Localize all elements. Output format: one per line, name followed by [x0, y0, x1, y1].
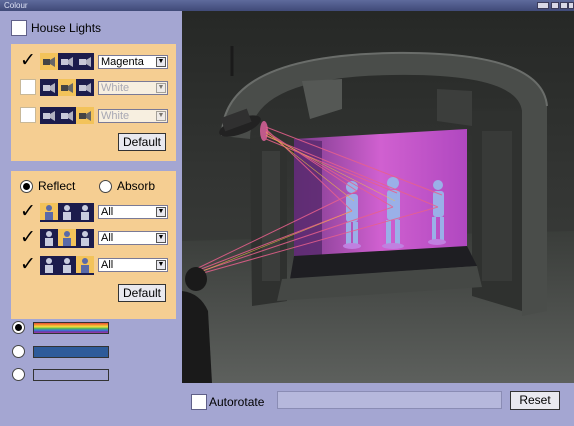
chevron-down-icon[interactable]: ▼	[156, 57, 166, 67]
minimize-icon[interactable]	[551, 2, 559, 9]
person-icon[interactable]	[40, 203, 58, 220]
status-field	[277, 391, 502, 409]
reset-button[interactable]: Reset	[510, 391, 560, 410]
chevron-down-icon[interactable]: ▼	[156, 83, 166, 93]
figure-3-selector	[40, 256, 94, 275]
light-2-lamp-selector	[40, 79, 94, 96]
lamp-left-icon[interactable]	[40, 79, 58, 96]
app-window: Colour House Lights ✓ Magenta ▼ White ▼ …	[0, 0, 574, 426]
person-icon[interactable]	[40, 229, 58, 246]
person-icon[interactable]	[76, 229, 94, 246]
reflect-radio[interactable]	[20, 180, 33, 193]
display-option-2-radio[interactable]	[12, 345, 25, 358]
figure-3-dropdown[interactable]: All ▼	[98, 258, 168, 272]
lamp-center-icon[interactable]	[58, 53, 76, 70]
lamp-center-icon[interactable]	[58, 107, 76, 124]
lights-group: ✓ Magenta ▼ White ▼ White ▼ Default	[11, 44, 176, 161]
chevron-down-icon[interactable]: ▼	[156, 260, 166, 270]
light-2-checkbox[interactable]	[20, 79, 36, 95]
blue-swatch	[33, 346, 109, 358]
display-option-1-radio[interactable]	[12, 321, 25, 334]
figure-2-selector	[40, 229, 94, 248]
light-3-checkbox[interactable]	[20, 107, 36, 123]
autorotate-checkbox[interactable]	[191, 394, 207, 410]
lights-default-button[interactable]: Default	[118, 133, 166, 151]
autorotate-label: Autorotate	[209, 395, 265, 409]
figure-2-checkbox[interactable]: ✓	[20, 228, 36, 247]
window-menu-icon[interactable]	[537, 2, 549, 9]
light-1-colour-dropdown[interactable]: Magenta ▼	[98, 55, 168, 69]
absorb-radio[interactable]	[99, 180, 112, 193]
chevron-down-icon[interactable]: ▼	[156, 111, 166, 121]
figure-3-value: All	[101, 259, 114, 271]
light-2-colour-value: White	[101, 82, 130, 94]
person-icon[interactable]	[40, 256, 58, 273]
person-icon[interactable]	[58, 229, 76, 246]
house-lights-label: House Lights	[31, 21, 102, 35]
close-icon[interactable]	[568, 2, 574, 9]
person-icon[interactable]	[58, 203, 76, 220]
figure-2-dropdown[interactable]: All ▼	[98, 231, 168, 245]
person-icon[interactable]	[76, 203, 94, 220]
window-title: Colour	[4, 1, 28, 10]
absorb-label: Absorb	[117, 179, 156, 193]
house-lights-checkbox[interactable]	[11, 20, 27, 36]
person-icon[interactable]	[58, 256, 76, 273]
reflect-label: Reflect	[38, 179, 76, 193]
control-panel: House Lights ✓ Magenta ▼ White ▼ White ▼…	[0, 11, 182, 418]
chevron-down-icon[interactable]: ▼	[156, 233, 166, 243]
spectrum-swatch	[33, 322, 109, 334]
lamp-right-icon[interactable]	[76, 53, 94, 70]
lamp-right-icon[interactable]	[76, 79, 94, 96]
stage-3d-viewport[interactable]	[182, 11, 574, 383]
light-3-colour-dropdown[interactable]: White ▼	[98, 109, 168, 123]
title-bar: Colour	[0, 0, 574, 11]
lamp-left-icon[interactable]	[40, 107, 58, 124]
display-option-3-radio[interactable]	[12, 368, 25, 381]
maximize-icon[interactable]	[560, 2, 568, 9]
light-1-lamp-selector	[40, 53, 94, 70]
person-icon[interactable]	[76, 256, 94, 273]
stage-scene	[182, 11, 574, 383]
figure-1-checkbox[interactable]: ✓	[20, 202, 36, 221]
figure-3-checkbox[interactable]: ✓	[20, 255, 36, 274]
neutral-swatch	[33, 369, 109, 381]
figure-1-dropdown[interactable]: All ▼	[98, 205, 168, 219]
chevron-down-icon[interactable]: ▼	[156, 207, 166, 217]
figure-1-value: All	[101, 206, 114, 218]
light-3-lamp-selector	[40, 107, 94, 124]
lamp-left-icon[interactable]	[40, 53, 58, 70]
figures-default-button[interactable]: Default	[118, 284, 166, 302]
lamp-center-icon[interactable]	[58, 79, 76, 96]
bottom-toolbar: Autorotate Reset	[182, 383, 574, 426]
lamp-right-icon[interactable]	[76, 107, 94, 124]
light-1-colour-value: Magenta	[101, 56, 144, 68]
figure-1-selector	[40, 203, 94, 222]
light-2-colour-dropdown[interactable]: White ▼	[98, 81, 168, 95]
light-1-checkbox[interactable]: ✓	[20, 51, 36, 70]
figures-group: Reflect Absorb ✓ All ▼ ✓ All ▼ ✓ All ▼ D…	[11, 171, 176, 319]
light-3-colour-value: White	[101, 110, 130, 122]
figure-2-value: All	[101, 232, 114, 244]
